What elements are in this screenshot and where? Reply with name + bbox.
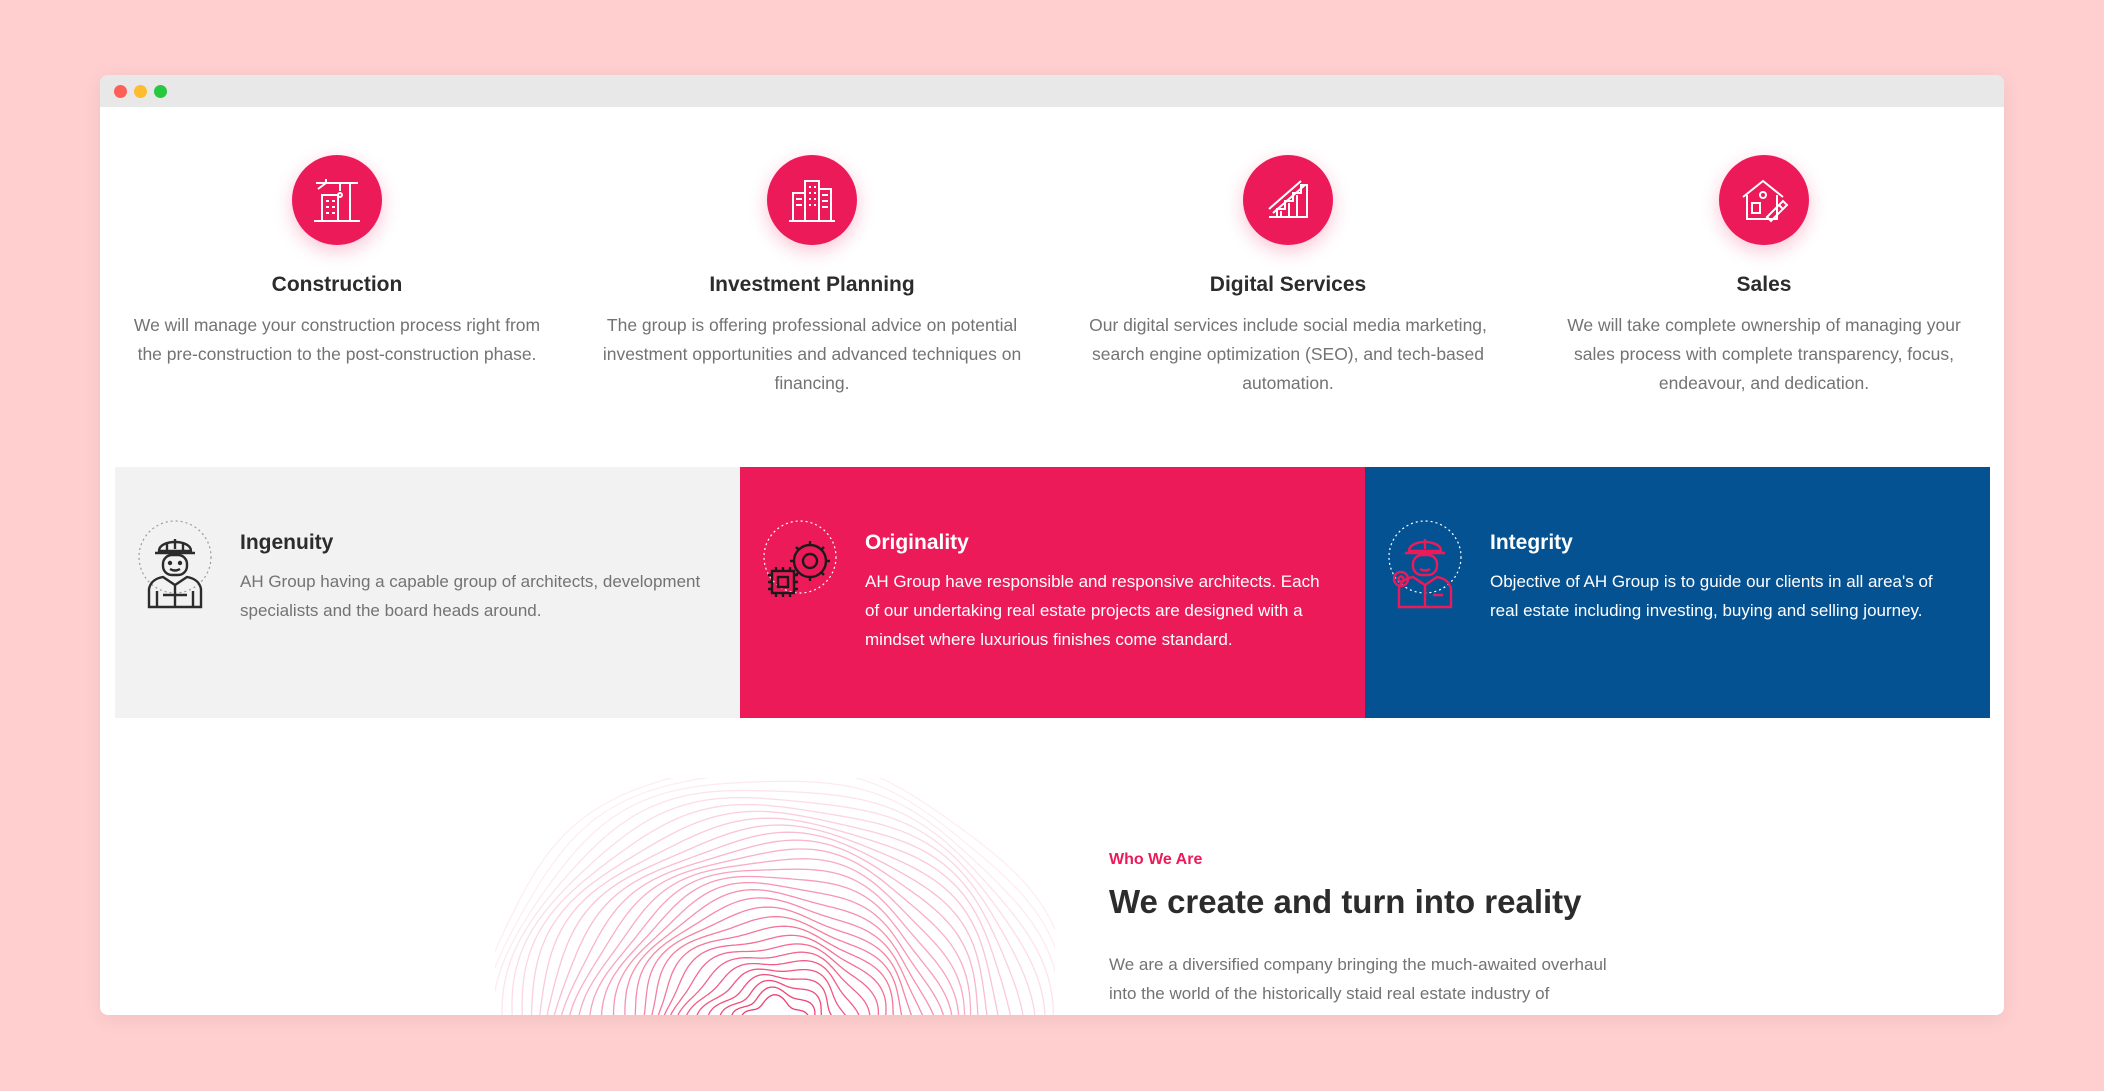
- house-plan-icon: [1719, 155, 1809, 245]
- service-description: Our digital services include social medi…: [1089, 315, 1487, 393]
- section-headline: We create and turn into reality: [1109, 883, 1582, 920]
- construction-crane-icon: [292, 155, 382, 245]
- fingerprint-ring: [495, 778, 1055, 970]
- gear-chip-icon: [762, 519, 838, 611]
- value-originality: Originality AH Group have responsible an…: [740, 467, 1365, 718]
- service-construction: Construction We will manage your constru…: [127, 107, 547, 369]
- value-title: Ingenuity: [240, 531, 334, 554]
- about-section: Who We Are We create and turn into reali…: [100, 718, 2004, 1015]
- fingerprint-ring: [669, 943, 880, 1015]
- fingerprint-illustration: [495, 778, 1055, 1015]
- window-titlebar: [100, 75, 2004, 107]
- stairs-icon: [1243, 155, 1333, 245]
- service-title: Investment Planning: [709, 273, 915, 296]
- minimize-window-button[interactable]: [134, 85, 147, 98]
- service-title: Digital Services: [1209, 273, 1367, 296]
- values-section: Ingenuity AH Group having a capable grou…: [115, 467, 1990, 718]
- service-investment-planning: Investment Planning The group is offerin…: [602, 107, 1022, 398]
- value-description: AH Group have responsible and responsive…: [865, 572, 1320, 649]
- value-description: Objective of AH Group is to guide our cl…: [1490, 572, 1933, 620]
- service-description: We will take complete ownership of manag…: [1567, 315, 1961, 393]
- service-sales: Sales We will take complete ownership of…: [1554, 107, 1974, 398]
- service-title: Construction: [271, 273, 403, 296]
- service-description: The group is offering professional advic…: [602, 315, 1022, 393]
- maximize-window-button[interactable]: [154, 85, 167, 98]
- about-paragraph: We are a diversified company bringing th…: [1109, 955, 1607, 1015]
- service-title: Sales: [1736, 273, 1792, 296]
- section-kicker: Who We Are: [1109, 851, 1203, 868]
- worker-icon: [137, 519, 213, 611]
- close-window-button[interactable]: [114, 85, 127, 98]
- value-integrity: Integrity Objective of AH Group is to gu…: [1365, 467, 1990, 718]
- value-description: AH Group having a capable group of archi…: [240, 572, 701, 620]
- value-title: Integrity: [1490, 531, 1573, 554]
- value-title: Originality: [865, 531, 969, 554]
- services-section: Construction We will manage your constru…: [100, 107, 2004, 467]
- value-ingenuity: Ingenuity AH Group having a capable grou…: [115, 467, 740, 718]
- service-description: We will manage your construction process…: [133, 315, 541, 364]
- fingerprint-ring: [495, 780, 1055, 995]
- browser-window: Construction We will manage your constru…: [100, 75, 2004, 1015]
- engineer-icon: [1387, 519, 1463, 611]
- fingerprint-ring: [495, 778, 1055, 954]
- buildings-icon: [767, 155, 857, 245]
- fingerprint-ring: [686, 960, 860, 1015]
- service-digital-services: Digital Services Our digital services in…: [1078, 107, 1498, 398]
